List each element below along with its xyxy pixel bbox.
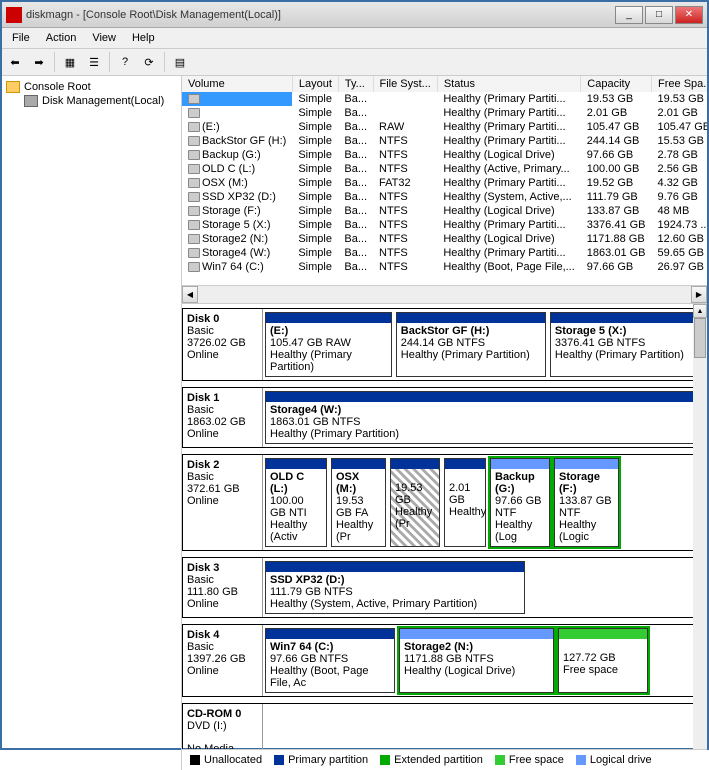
toolbar: ⬅ ➡ ▦ ☰ ? ⟳ ▤ <box>2 49 707 76</box>
volume-icon <box>188 136 200 146</box>
maximize-button[interactable]: □ <box>645 6 673 24</box>
menubar: File Action View Help <box>2 28 707 49</box>
disk-2-part-u1[interactable]: 19.53 GBHealthy (Pr <box>390 458 440 547</box>
volume-icon <box>188 206 200 216</box>
volume-list: VolumeLayoutTy...File Syst...StatusCapac… <box>182 76 707 286</box>
graphical-view: Disk 0 Basic 3726.02 GB Online (E:)105.4… <box>182 304 707 749</box>
minimize-button[interactable]: _ <box>615 6 643 24</box>
disk-0-label: Disk 0 Basic 3726.02 GB Online <box>183 309 263 380</box>
table-row[interactable]: SSD XP32 (D:)SimpleBa...NTFSHealthy (Sys… <box>182 190 707 204</box>
cdrom-label: CD-ROM 0DVD (I:)No Media <box>183 704 263 749</box>
title-text: diskmagn - [Console Root\Disk Management… <box>26 9 615 21</box>
app-icon <box>6 7 22 23</box>
table-row[interactable]: SimpleBa...Healthy (Primary Partiti...19… <box>182 92 707 106</box>
disk-2-label: Disk 2Basic372.61 GBOnline <box>183 455 263 550</box>
table-row[interactable]: (E:)SimpleBa...RAWHealthy (Primary Parti… <box>182 120 707 134</box>
disk-2-part-f[interactable]: Storage (F:)133.87 GB NTFHealthy (Logic <box>554 458 619 547</box>
view-button[interactable]: ▦ <box>59 51 81 73</box>
volume-icon <box>188 234 200 244</box>
table-row[interactable]: OSX (M:)SimpleBa...FAT32Healthy (Primary… <box>182 176 707 190</box>
volume-icon <box>188 164 200 174</box>
col-header[interactable]: Status <box>437 76 580 92</box>
refresh-button[interactable]: ⟳ <box>138 51 160 73</box>
list-button[interactable]: ▤ <box>169 51 191 73</box>
table-row[interactable]: Storage2 (N:)SimpleBa...NTFSHealthy (Log… <box>182 232 707 246</box>
disk-2-part-g[interactable]: Backup (G:)97.66 GB NTFHealthy (Log <box>490 458 550 547</box>
table-row[interactable]: OLD C (L:)SimpleBa...NTFSHealthy (Active… <box>182 162 707 176</box>
tree-root[interactable]: Console Root <box>6 80 177 94</box>
disk-3-row[interactable]: Disk 3Basic111.80 GBOnline SSD XP32 (D:)… <box>182 557 703 618</box>
disk-0-part-x[interactable]: Storage 5 (X:)3376.41 GB NTFSHealthy (Pr… <box>550 312 700 377</box>
disk-4-row[interactable]: Disk 4Basic1397.26 GBOnline Win7 64 (C:)… <box>182 624 703 697</box>
settings-button[interactable]: ☰ <box>83 51 105 73</box>
volume-icon <box>188 178 200 188</box>
col-header[interactable]: Free Spa... <box>652 76 707 92</box>
h-scrollbar[interactable]: ◀ ▶ <box>182 286 707 304</box>
close-button[interactable]: ✕ <box>675 6 703 24</box>
legend: Unallocated Primary partition Extended p… <box>182 749 707 770</box>
titlebar: diskmagn - [Console Root\Disk Management… <box>2 2 707 28</box>
v-scrollbar[interactable]: ▲ <box>693 304 707 749</box>
disk-0-row[interactable]: Disk 0 Basic 3726.02 GB Online (E:)105.4… <box>182 308 703 381</box>
volume-icon <box>188 94 200 104</box>
menu-action[interactable]: Action <box>38 30 85 46</box>
disk-1-row[interactable]: Disk 1Basic1863.02 GBOnline Storage4 (W:… <box>182 387 703 448</box>
disk-1-part-w[interactable]: Storage4 (W:)1863.01 GB NTFSHealthy (Pri… <box>265 391 700 444</box>
disk-icon <box>24 95 38 107</box>
forward-button[interactable]: ➡ <box>28 51 50 73</box>
table-row[interactable]: SimpleBa...Healthy (Primary Partiti...2.… <box>182 106 707 120</box>
scroll-thumb[interactable] <box>694 318 706 358</box>
col-header[interactable]: Ty... <box>338 76 373 92</box>
menu-view[interactable]: View <box>84 30 124 46</box>
folder-icon <box>6 81 20 93</box>
help-button[interactable]: ? <box>114 51 136 73</box>
volume-icon <box>188 220 200 230</box>
col-header[interactable]: Layout <box>292 76 338 92</box>
table-row[interactable]: BackStor GF (H:)SimpleBa...NTFSHealthy (… <box>182 134 707 148</box>
scroll-left-button[interactable]: ◀ <box>182 286 198 303</box>
tree-pane: Console Root Disk Management(Local) <box>2 76 182 770</box>
volume-icon <box>188 248 200 258</box>
table-row[interactable]: Storage 5 (X:)SimpleBa...NTFSHealthy (Pr… <box>182 218 707 232</box>
table-row[interactable]: Storage4 (W:)SimpleBa...NTFSHealthy (Pri… <box>182 246 707 260</box>
disk-2-part-l[interactable]: OLD C (L:)100.00 GB NTIHealthy (Activ <box>265 458 327 547</box>
volume-icon <box>188 150 200 160</box>
cdrom-row[interactable]: CD-ROM 0DVD (I:)No Media <box>182 703 703 749</box>
volume-icon <box>188 192 200 202</box>
disk-2-row[interactable]: Disk 2Basic372.61 GBOnline OLD C (L:)100… <box>182 454 703 551</box>
volume-icon <box>188 122 200 132</box>
disk-4-part-c[interactable]: Win7 64 (C:)97.66 GB NTFSHealthy (Boot, … <box>265 628 395 693</box>
disk-0-part-h[interactable]: BackStor GF (H:)244.14 GB NTFSHealthy (P… <box>396 312 546 377</box>
table-row[interactable]: Win7 64 (C:)SimpleBa...NTFSHealthy (Boot… <box>182 260 707 274</box>
tree-root-label: Console Root <box>24 81 91 93</box>
table-row[interactable]: Storage (F:)SimpleBa...NTFSHealthy (Logi… <box>182 204 707 218</box>
back-button[interactable]: ⬅ <box>4 51 26 73</box>
disk-3-part-d[interactable]: SSD XP32 (D:)111.79 GB NTFSHealthy (Syst… <box>265 561 525 614</box>
disk-4-part-n[interactable]: Storage2 (N:)1171.88 GB NTFSHealthy (Log… <box>399 628 554 693</box>
disk-2-part-u2[interactable]: 2.01 GBHealthy <box>444 458 486 547</box>
disk-2-part-m[interactable]: OSX (M:)19.53 GB FAHealthy (Pr <box>331 458 386 547</box>
scroll-right-button[interactable]: ▶ <box>691 286 707 303</box>
disk-4-free[interactable]: 127.72 GBFree space <box>558 628 648 693</box>
disk-3-label: Disk 3Basic111.80 GBOnline <box>183 558 263 617</box>
scroll-up-button[interactable]: ▲ <box>693 304 707 318</box>
menu-file[interactable]: File <box>4 30 38 46</box>
disk-1-label: Disk 1Basic1863.02 GBOnline <box>183 388 263 447</box>
tree-child-label: Disk Management(Local) <box>42 95 164 107</box>
disk-4-label: Disk 4Basic1397.26 GBOnline <box>183 625 263 696</box>
disk-0-part-e[interactable]: (E:)105.47 GB RAWHealthy (Primary Partit… <box>265 312 392 377</box>
tree-disk-mgmt[interactable]: Disk Management(Local) <box>24 94 177 108</box>
table-row[interactable]: Backup (G:)SimpleBa...NTFSHealthy (Logic… <box>182 148 707 162</box>
volume-icon <box>188 262 200 272</box>
menu-help[interactable]: Help <box>124 30 163 46</box>
col-header[interactable]: Capacity <box>581 76 652 92</box>
col-header[interactable]: Volume <box>182 76 292 92</box>
scroll-track[interactable] <box>198 286 691 303</box>
col-header[interactable]: File Syst... <box>373 76 437 92</box>
volume-icon <box>188 108 200 118</box>
